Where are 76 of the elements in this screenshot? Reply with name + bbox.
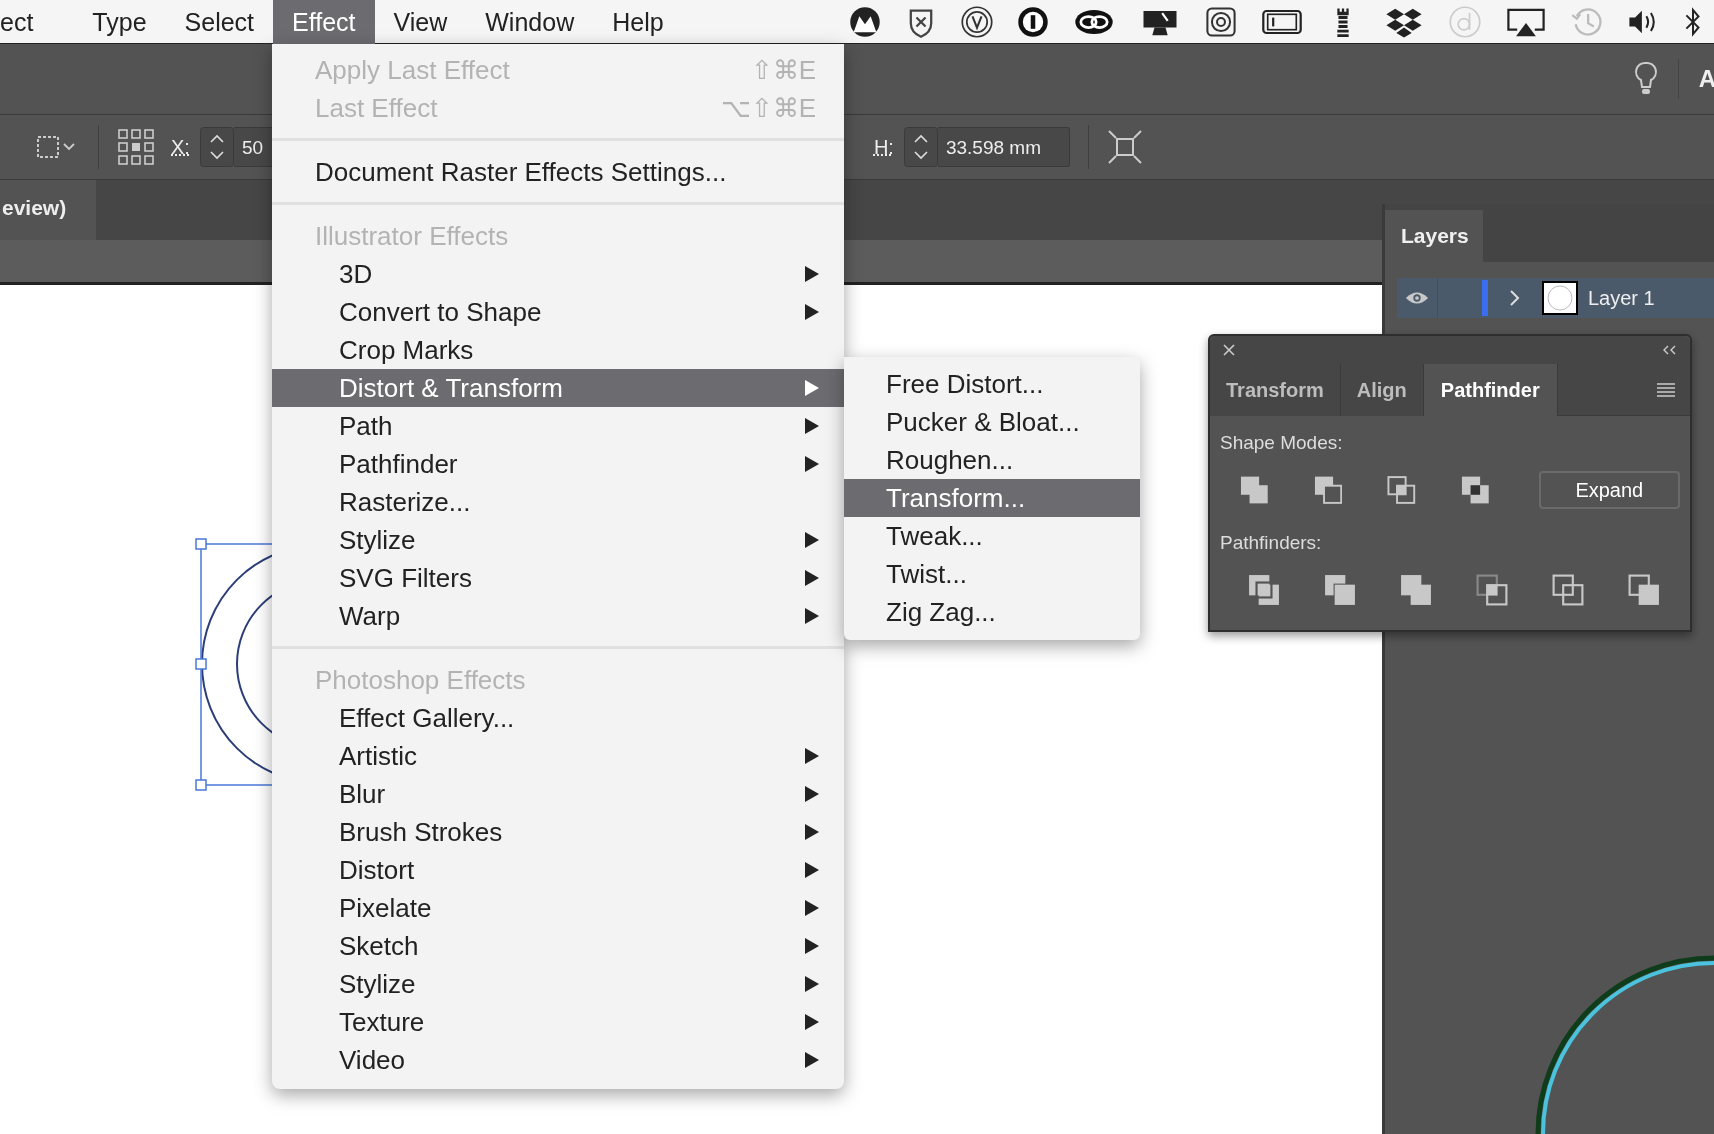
intersect-icon[interactable] [1387,474,1416,506]
menu-bar-item[interactable]: Effect [273,0,375,44]
menu-bar-item[interactable]: Select [165,0,274,44]
layer-name[interactable]: Layer 1 [1588,286,1655,310]
menu-bar-item[interactable]: Help [593,0,683,44]
lightbulb-icon[interactable] [1633,61,1658,97]
menu-item[interactable]: Pixelate [272,889,844,927]
stepper-icon[interactable] [199,127,234,167]
menu-item[interactable]: Convert to Shape [272,293,844,331]
menu-item[interactable]: Brush Strokes [272,813,844,851]
menu-item[interactable]: Roughen... [844,441,1140,479]
menu-item[interactable]: Blur [272,775,844,813]
shortcut-text: ⌥⇧⌘E [720,92,817,125]
menu-section-header: Illustrator Effects [314,220,510,253]
layer-thumbnail [1542,281,1578,315]
divide-icon[interactable] [1248,574,1280,606]
close-icon[interactable] [1222,343,1236,357]
menu-item[interactable]: Pucker & Bloat... [844,403,1140,441]
reference-point-icon[interactable] [117,128,155,166]
panel-tab[interactable]: Pathfinder [1423,364,1558,416]
menu-item[interactable]: Warp [272,597,844,635]
section-label: Pathfinders: [1220,532,1323,554]
menu-item[interactable]: Zig Zag... [844,593,1140,631]
x-label: X: [171,135,190,159]
unite-icon[interactable] [1240,474,1269,506]
chevron-icon[interactable] [1508,289,1520,307]
menu-item[interactable]: Pathfinder [272,445,844,483]
panel-tab[interactable]: Transform [1210,364,1341,416]
menu-item[interactable]: Free Distort... [844,365,1140,403]
height-field[interactable]: 33.598 mm [937,127,1070,167]
crop-icon[interactable] [1476,574,1508,606]
menu-item[interactable]: Texture [272,1003,844,1041]
menu-item[interactable]: Effect Gallery... [272,699,844,737]
menu-item[interactable]: 3D [272,255,844,293]
section-label: Shape Modes: [1220,432,1344,454]
menu-item[interactable]: Stylize [272,965,844,1003]
shortcut-text: ⇧⌘E [750,54,817,87]
menu-bar-item[interactable]: View [374,0,467,44]
eye-icon[interactable] [1405,290,1429,306]
minus-front-icon[interactable] [1313,474,1343,506]
ring-icon[interactable] [960,4,994,39]
menu-item[interactable]: Distort & Transform [272,369,844,407]
menu-bar-item[interactable]: Type [73,0,166,44]
exclude-icon[interactable] [1460,474,1490,506]
menu-bar-item[interactable]: Window [466,0,594,44]
menu-item[interactable]: Document Raster Effects Settings... [272,153,844,191]
collapse-icon[interactable] [1662,345,1678,355]
menu-item[interactable]: Video [272,1041,844,1079]
x-field[interactable]: 50 [233,127,274,167]
menu-item[interactable]: Stylize [272,521,844,559]
menu-item[interactable]: Crop Marks [272,331,844,369]
menu-item[interactable]: SVG Filters [272,559,844,597]
layer-row[interactable]: Layer 1 [1397,278,1714,318]
mountain-icon[interactable] [848,4,882,39]
menu-section-header: Photoshop Effects [314,664,527,697]
menu-item[interactable]: Sketch [272,927,844,965]
merge-icon[interactable] [1400,574,1432,606]
menu-item[interactable]: Tweak... [844,517,1140,555]
outline-icon[interactable] [1552,574,1584,606]
menu-item[interactable]: Transform... [844,479,1140,517]
menu-item[interactable]: Rasterize... [272,483,844,521]
stepper-icon[interactable] [903,127,938,167]
menu-item[interactable]: Artistic [272,737,844,775]
document-tab[interactable]: eview) [0,180,97,240]
panel-tab[interactable]: Align [1340,364,1424,416]
menu-icon[interactable] [1656,382,1676,397]
h-label: H: [873,135,894,159]
trim-icon[interactable] [1324,574,1356,606]
menu-item[interactable]: Twist... [844,555,1140,593]
menu-item[interactable]: Path [272,407,844,445]
minus-back-icon[interactable] [1628,574,1660,606]
layers-tab[interactable]: Layers [1385,210,1483,262]
expand-button[interactable]: Expand [1538,471,1680,509]
menu-item[interactable]: Distort [272,851,844,889]
transform-icon[interactable] [1106,129,1143,165]
menu-bar-item[interactable]: ect [0,0,74,44]
